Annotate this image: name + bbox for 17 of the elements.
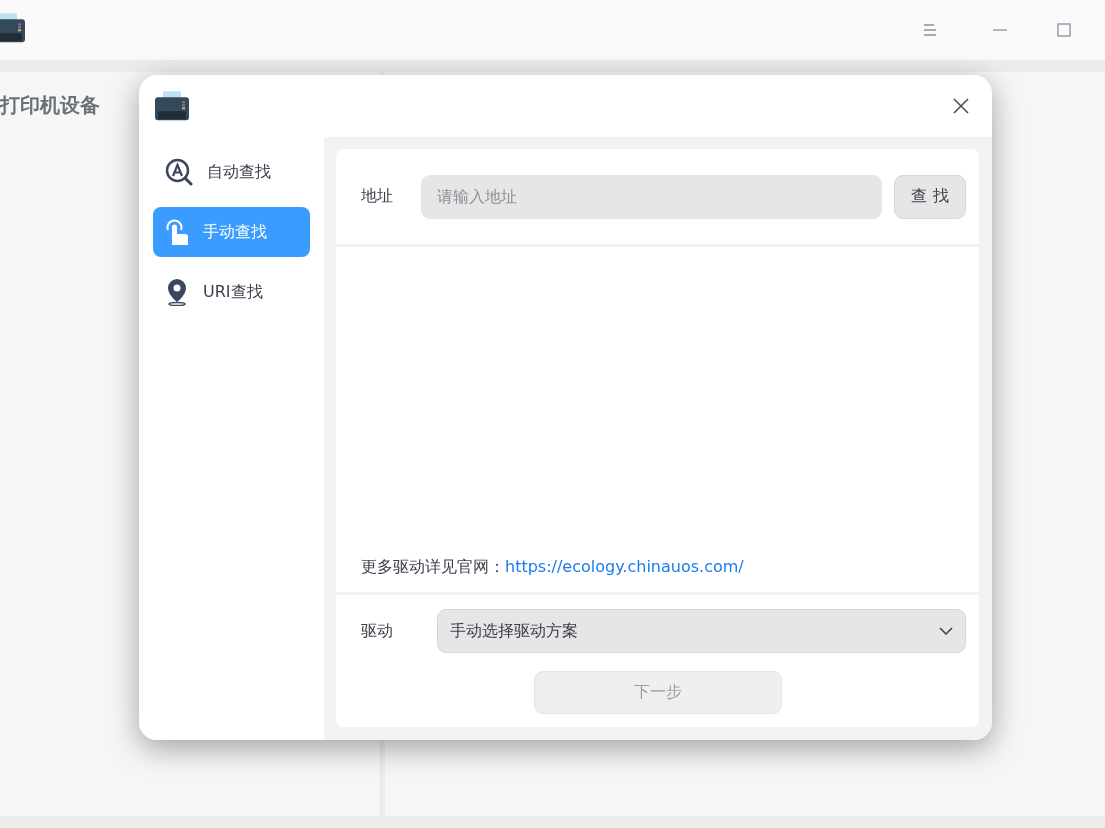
pointing-hand-icon [165,218,189,246]
driver-select[interactable]: 手动选择驱动方案 [437,609,966,653]
section-title: 打印机设备 [0,92,100,119]
driver-label: 驱动 [361,620,394,642]
nav-item[interactable]: 自动查找 [153,147,310,197]
printer-icon [0,12,26,44]
nav-item[interactable]: URI查找 [153,267,310,317]
chevron-down-icon [939,627,953,635]
address-label: 地址 [361,186,394,207]
location-pin-icon [165,278,189,306]
printer-icon [154,90,190,122]
driver-hint: 更多驱动详见官网：https://ecology.chinauos.com/ [360,557,745,578]
close-icon[interactable] [952,97,970,115]
address-field[interactable]: 请输入地址 [421,174,882,219]
search-letter-icon [165,158,193,186]
find-button[interactable]: 查 找 [894,174,966,219]
website-link[interactable]: https://ecology.chinauos.com/ [505,557,744,576]
